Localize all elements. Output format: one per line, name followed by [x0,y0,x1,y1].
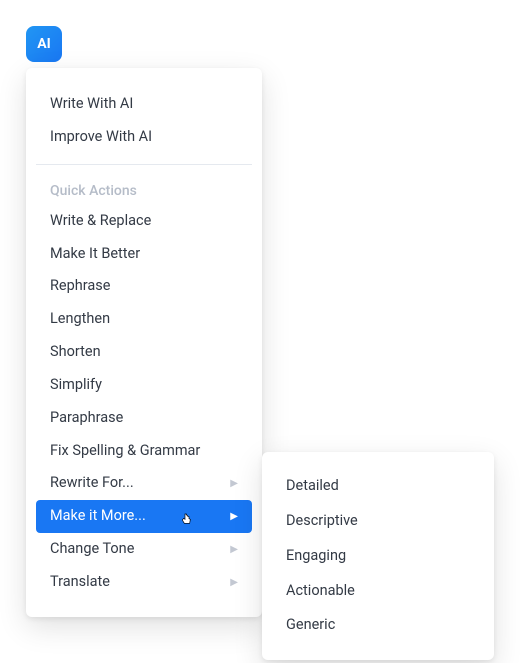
chevron-right-icon: ▶ [230,477,238,490]
make-it-more-submenu: Detailed Descriptive Engaging Actionable… [262,452,494,660]
menu-divider [36,164,252,165]
submenu-item-label: Detailed [286,477,339,494]
menu-item-translate[interactable]: Translate ▶ [36,566,252,599]
cursor-pointer-icon [179,510,195,530]
submenu-item-label: Engaging [286,547,346,564]
menu-item-label: Rewrite For... [50,474,134,493]
menu-item-label: Write & Replace [50,212,151,231]
ai-menu: Write With AI Improve With AI Quick Acti… [26,68,262,617]
chevron-right-icon: ▶ [230,576,238,589]
menu-section-header: Quick Actions [36,177,252,205]
menu-item-label: Write With AI [50,95,133,114]
submenu-item-generic[interactable]: Generic [272,609,484,642]
menu-item-change-tone[interactable]: Change Tone ▶ [36,533,252,566]
menu-item-make-it-more[interactable]: Make it More... ▶ [36,500,252,533]
menu-item-make-it-better[interactable]: Make It Better [36,238,252,271]
menu-item-label: Make it More... [50,507,146,526]
menu-item-paraphrase[interactable]: Paraphrase [36,402,252,435]
submenu-item-label: Actionable [286,582,355,599]
menu-item-rephrase[interactable]: Rephrase [36,270,252,303]
submenu-item-descriptive[interactable]: Descriptive [272,505,484,538]
submenu-item-label: Generic [286,616,335,633]
menu-item-improve-with-ai[interactable]: Improve With AI [36,121,252,154]
menu-item-label: Change Tone [50,540,134,559]
menu-item-label: Paraphrase [50,409,123,428]
menu-item-label: Simplify [50,376,102,395]
submenu-item-actionable[interactable]: Actionable [272,575,484,608]
menu-item-label: Improve With AI [50,128,152,147]
menu-item-label: Rephrase [50,277,110,296]
menu-item-label: Make It Better [50,245,140,264]
submenu-item-detailed[interactable]: Detailed [272,470,484,503]
menu-item-label: Translate [50,573,110,592]
menu-item-shorten[interactable]: Shorten [36,336,252,369]
menu-item-write-with-ai[interactable]: Write With AI [36,88,252,121]
menu-item-label: Shorten [50,343,101,362]
menu-item-label: Fix Spelling & Grammar [50,442,200,461]
chevron-right-icon: ▶ [230,510,238,523]
chevron-right-icon: ▶ [230,543,238,556]
menu-item-label: Lengthen [50,310,110,329]
menu-item-rewrite-for[interactable]: Rewrite For... ▶ [36,467,252,500]
submenu-item-label: Descriptive [286,512,358,529]
submenu-item-engaging[interactable]: Engaging [272,540,484,573]
ai-badge-label: AI [37,36,51,52]
menu-item-simplify[interactable]: Simplify [36,369,252,402]
menu-item-fix-spelling-grammar[interactable]: Fix Spelling & Grammar [36,435,252,468]
menu-item-write-replace[interactable]: Write & Replace [36,205,252,238]
ai-badge[interactable]: AI [26,26,62,62]
menu-item-lengthen[interactable]: Lengthen [36,303,252,336]
